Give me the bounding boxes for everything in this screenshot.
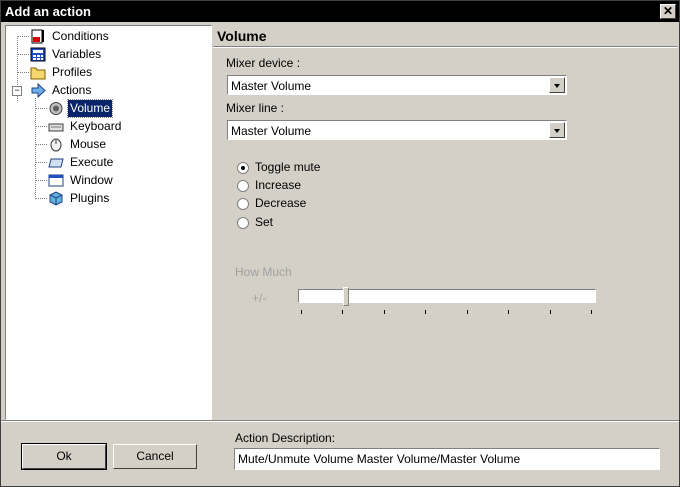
action-description-value: Mute/Unmute Volume Master Volume/Master … [238, 452, 521, 466]
radio-label: Decrease [255, 196, 307, 210]
radio-label: Set [255, 215, 274, 229]
tree-connector-line [35, 162, 47, 163]
slider-tick [425, 310, 427, 314]
add-action-dialog: Add an action ✕ Conditions Variables Pro… [0, 0, 680, 487]
radio-indicator[interactable] [237, 198, 249, 210]
tree-item-label: Execute [70, 155, 114, 169]
tree-item-label: Variables [52, 47, 102, 61]
slider-unit-label: +/- [252, 291, 267, 305]
plugin-box-icon [49, 191, 63, 206]
how-much-label: How Much [235, 265, 292, 279]
variables-icon [30, 47, 46, 62]
radio-indicator[interactable] [237, 180, 249, 192]
chevron-down-icon[interactable] [549, 122, 565, 138]
tree-item-label: Window [70, 173, 113, 187]
slider-tick [301, 310, 302, 314]
tree-connector-line [17, 54, 29, 55]
tree-item-label: Plugins [70, 191, 110, 205]
folder-icon [30, 67, 46, 80]
action-description-field[interactable]: Mute/Unmute Volume Master Volume/Master … [234, 448, 660, 470]
divider [1, 420, 679, 422]
tree-connector-line [35, 126, 47, 127]
tree-item-label: Mouse [70, 137, 107, 151]
slider-tick [383, 310, 385, 314]
slider-tick [591, 310, 592, 314]
radio-indicator[interactable] [237, 217, 249, 229]
tree-connector-line [17, 72, 29, 73]
ok-button[interactable]: Ok [21, 443, 107, 470]
radio-label: Increase [255, 178, 302, 192]
chevron-down-icon[interactable] [549, 77, 565, 93]
tree-connector-line [35, 144, 47, 145]
slider-tick [342, 310, 344, 314]
tree-connector-line [35, 198, 47, 199]
radio-label: Toggle mute [255, 160, 321, 174]
tree-connector-line [35, 108, 47, 109]
slider-tick [549, 310, 551, 314]
mixer-device-select[interactable]: Master Volume [227, 75, 567, 95]
how-much-slider-thumb[interactable] [342, 287, 349, 306]
execute-icon [48, 158, 64, 168]
action-tree[interactable]: Conditions Variables Profiles − Actions [5, 25, 212, 420]
window-title: Add an action [5, 4, 91, 19]
mixer-line-value: Master Volume [231, 124, 312, 138]
mouse-icon [50, 138, 62, 152]
radio-indicator[interactable] [237, 162, 249, 174]
cancel-button[interactable]: Cancel [113, 444, 197, 469]
tree-connector-line [35, 98, 36, 199]
keyboard-icon [48, 123, 64, 132]
actions-arrow-icon [31, 83, 46, 98]
action-description-label: Action Description: [235, 431, 336, 445]
tree-item-label: Actions [52, 83, 92, 97]
mixer-device-label: Mixer device : [226, 56, 301, 70]
volume-settings-panel: Volume Mixer device : Master Volume Mixe… [213, 25, 677, 418]
conditions-icon [31, 29, 44, 44]
title-bar[interactable]: Add an action ✕ [1, 1, 679, 22]
tree-connector-line [35, 180, 47, 181]
mixer-line-select[interactable]: Master Volume [227, 120, 567, 140]
tree-item-label: Profiles [52, 65, 93, 79]
panel-title: Volume [217, 28, 267, 44]
mixer-line-label: Mixer line : [226, 101, 285, 115]
tree-item-label: Keyboard [70, 119, 122, 133]
slider-tick [466, 310, 468, 314]
collapse-toggle[interactable]: − [12, 86, 22, 96]
divider [213, 46, 677, 48]
window-icon [48, 174, 64, 187]
speaker-icon [49, 102, 63, 115]
tree-connector-line [17, 36, 29, 37]
slider-tick [508, 310, 510, 314]
mixer-device-value: Master Volume [231, 79, 312, 93]
tree-item-label: Volume [66, 99, 114, 118]
close-button[interactable]: ✕ [660, 4, 676, 19]
tree-item-label: Conditions [52, 29, 109, 43]
